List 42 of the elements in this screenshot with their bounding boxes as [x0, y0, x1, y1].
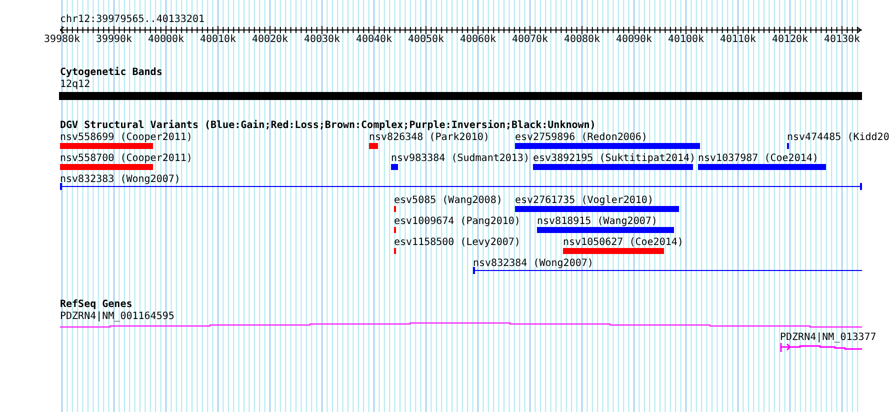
- ruler-label: 39990k: [96, 34, 132, 46]
- ruler-label: 40020k: [252, 34, 288, 46]
- gene-label: PDZRN4|NM_001164595: [60, 311, 174, 322]
- variant-end-mark: [860, 183, 862, 190]
- variant-label: esv2761735 (Vogler2010): [515, 195, 654, 206]
- variant-end-mark: [473, 267, 475, 274]
- variant-label: esv3892195 (Suktitipat2014): [533, 153, 696, 164]
- variant-label: nsv1050627 (Coe2014): [563, 237, 684, 248]
- variant-label: nsv558699 (Cooper2011): [60, 132, 192, 143]
- variant-label: esv5085 (Wang2008): [394, 195, 502, 206]
- ruler-label: 40000k: [148, 34, 184, 46]
- ruler-label: 40080k: [564, 34, 600, 46]
- track-title: Cytogenetic Bands: [60, 67, 164, 79]
- variant-label: nsv826348 (Park2010): [369, 132, 490, 143]
- variant-label: nsv983384 (Sudmant2013): [391, 153, 530, 164]
- gene-label: PDZRN4|NM_013377: [780, 332, 876, 343]
- ruler-label: 40110k: [720, 34, 756, 46]
- variant-end-mark: [60, 183, 62, 190]
- locus-title: chr12:39979565..40133201: [60, 14, 206, 26]
- ruler-label: 40040k: [356, 34, 392, 46]
- variant-label: nsv832384 (Wong2007): [473, 258, 594, 269]
- variant-label: nsv818915 (Wang2007): [537, 216, 658, 227]
- ruler-label: 40100k: [668, 34, 704, 46]
- ruler-label: 40060k: [460, 34, 496, 46]
- variant-label: esv1158500 (Levy2007): [394, 237, 520, 248]
- track-title: DGV Structural Variants (Blue:Gain;Red:Loss;Brown:Complex;Purple:Inversion;Black:Unknown): [60, 120, 597, 132]
- ruler-label: 40030k: [304, 34, 340, 46]
- ruler-label: 40130k: [824, 34, 860, 46]
- variant-label: nsv1037987 (Coe2014): [698, 153, 818, 164]
- variant-label: nsv832383 (Wong2007): [60, 174, 180, 185]
- ruler-label: 40090k: [616, 34, 652, 46]
- ruler-label: 40010k: [200, 34, 236, 46]
- ruler-label: 40120k: [772, 34, 808, 46]
- variant-label: nsv558700 (Cooper2011): [60, 153, 192, 164]
- ruler-label: 40050k: [408, 34, 444, 46]
- variant-label: esv1009674 (Pang2010): [394, 216, 520, 227]
- ruler-label: 39980k: [44, 34, 80, 46]
- ruler-label: 40070k: [512, 34, 548, 46]
- band-label: 12q12: [60, 79, 92, 91]
- track-title: RefSeq Genes: [60, 299, 134, 311]
- variant-label: esv2759896 (Redon2006): [515, 132, 648, 143]
- variant-label: nsv474485 (Kidd20: [787, 132, 890, 143]
